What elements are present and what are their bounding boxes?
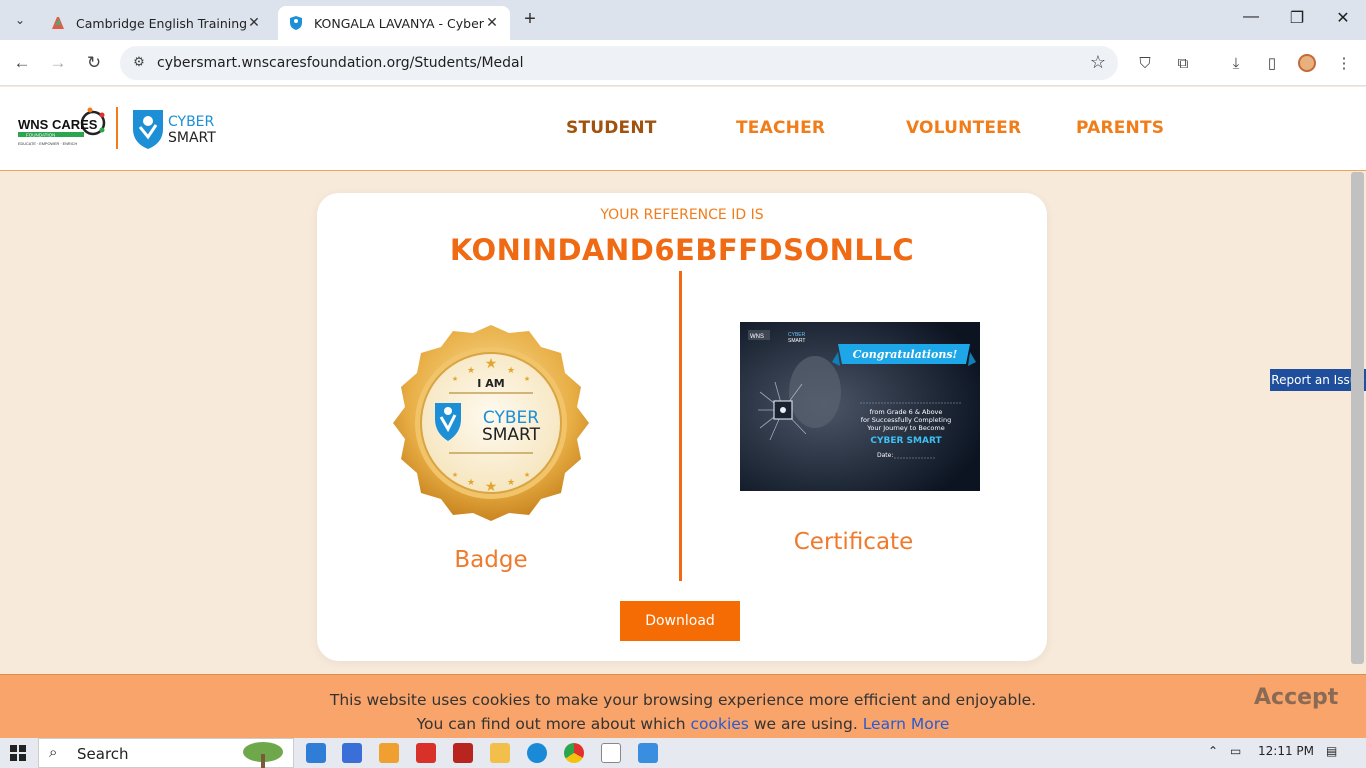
network-icon[interactable]: ▭ [1230, 744, 1241, 758]
restore-icon[interactable]: ❐ [1282, 8, 1312, 28]
cookie-prefix: You can find out more about which [416, 715, 691, 733]
new-tab-plus-icon[interactable]: + [518, 8, 542, 31]
file-explorer-icon[interactable] [490, 743, 510, 763]
svg-text:I AM: I AM [477, 377, 504, 390]
mail-app-icon[interactable] [306, 743, 326, 763]
windows-taskbar: ⌕ Search ⌃ ▭ 12:11 PM ▤ [0, 738, 1366, 768]
logo-divider [116, 107, 118, 149]
photos-app-icon[interactable] [638, 743, 658, 763]
clock-time[interactable]: 12:11 PM [1258, 744, 1314, 758]
accept-button[interactable]: Accept [1254, 685, 1338, 710]
svg-text:★: ★ [507, 366, 515, 376]
cookie-mid: we are using. [748, 715, 863, 733]
certificate-preview-image[interactable]: WNS CYBER SMART Congratulations! from Gr… [740, 322, 980, 491]
cookie-text-2: You can find out more about which cookie… [0, 715, 1366, 733]
tab-title: KONGALA LAVANYA - CyberSm [314, 15, 484, 31]
tab-title: Cambridge English Training | Ca [76, 15, 246, 31]
svg-text:★: ★ [452, 471, 458, 479]
svg-text:★: ★ [485, 356, 498, 372]
back-arrow-icon[interactable]: ← [9, 50, 35, 76]
minimize-icon[interactable]: — [1236, 8, 1266, 26]
tab-cybersmart[interactable]: KONGALA LAVANYA - CyberSm ✕ [278, 6, 510, 40]
pdf-reader-icon[interactable] [416, 743, 436, 763]
reference-id: KONINDAND6EBFFDSONLLC [449, 233, 915, 267]
download-icon[interactable]: ⤓ [1225, 52, 1247, 74]
cambridge-favicon-icon [52, 17, 64, 29]
notifications-icon[interactable]: ▤ [1326, 744, 1337, 758]
download-button[interactable]: Download [620, 601, 740, 641]
certificate-label: Certificate [793, 529, 914, 555]
nav-teacher[interactable]: TEACHER [736, 118, 825, 138]
cyber-smart-badge-image[interactable]: ★ ★ ★ ★ ★ ★ ★ ★ ★ ★ I AM CYBER SMART [391, 323, 591, 523]
svg-text:★: ★ [485, 479, 498, 495]
search-placeholder: Search [77, 745, 129, 763]
cyber-smart-logo[interactable]: CYBER SMART [130, 107, 230, 151]
svg-text:WNS: WNS [750, 334, 764, 340]
svg-text:★: ★ [507, 478, 515, 488]
url-text: cybersmart.wnscaresfoundation.org/Studen… [157, 55, 524, 71]
store-app-icon[interactable] [342, 743, 362, 763]
address-bar[interactable]: ⚙ cybersmart.wnscaresfoundation.org/Stud… [120, 46, 1118, 80]
notepad-icon[interactable] [601, 743, 621, 763]
svg-text:Your Journey to Become: Your Journey to Become [866, 424, 944, 432]
taskbar-search-input[interactable]: ⌕ Search [38, 738, 294, 768]
site-info-icon[interactable]: ⚙ [130, 54, 148, 72]
badge-label: Badge [454, 547, 528, 573]
windows-start-icon[interactable] [10, 745, 26, 761]
svg-text:EDUCATE · EMPOWER · ENRICH: EDUCATE · EMPOWER · ENRICH [18, 142, 77, 146]
svg-text:★: ★ [452, 375, 458, 383]
svg-text:FOUNDATION: FOUNDATION [26, 133, 55, 138]
cookies-link[interactable]: cookies [691, 715, 749, 733]
svg-text:WNS CARES: WNS CARES [18, 117, 98, 132]
svg-text:SMART: SMART [788, 338, 805, 344]
medal-card: YOUR REFERENCE ID IS KONINDAND6EBFFDSONL… [317, 193, 1047, 661]
svg-text:★: ★ [524, 471, 530, 479]
svg-text:★: ★ [467, 366, 475, 376]
site-header: WNS CARES FOUNDATION EDUCATE · EMPOWER ·… [0, 87, 1366, 171]
nav-student[interactable]: STUDENT [566, 118, 657, 138]
reference-label: YOUR REFERENCE ID IS [600, 207, 764, 223]
profile-avatar-icon[interactable] [1296, 52, 1318, 74]
svg-text:from Grade 6 & Above: from Grade 6 & Above [870, 408, 943, 416]
search-highlight-tree-icon [243, 742, 283, 768]
menu-kebab-icon[interactable]: ⋮ [1333, 52, 1355, 74]
svg-text:CYBER: CYBER [168, 114, 215, 130]
tray-chevron-icon[interactable]: ⌃ [1208, 744, 1218, 758]
svg-text:SMART: SMART [168, 130, 216, 146]
cookie-banner: This website uses cookies to make your b… [0, 674, 1366, 738]
page-scrollbar[interactable] [1351, 172, 1364, 664]
side-panel-icon[interactable]: ▯ [1261, 52, 1283, 74]
svg-text:Date:: Date: [877, 452, 893, 459]
edge-browser-icon[interactable] [527, 743, 547, 763]
bookmark-star-icon[interactable]: ☆ [1090, 52, 1106, 73]
browser-toolbar: ← → ↻ ⚙ cybersmart.wnscaresfoundation.or… [0, 40, 1366, 86]
svg-text:SMART: SMART [482, 425, 541, 445]
search-icon: ⌕ [49, 744, 58, 761]
close-tab-icon[interactable]: ✕ [484, 15, 500, 31]
nav-volunteer[interactable]: VOLUNTEER [906, 118, 1021, 138]
shield-extension-icon[interactable]: ⛉ [1134, 52, 1156, 74]
svg-text:★: ★ [524, 375, 530, 383]
close-window-icon[interactable]: ✕ [1328, 8, 1358, 28]
cookie-text: This website uses cookies to make your b… [329, 691, 1037, 709]
svg-text:Congratulations!: Congratulations! [853, 348, 958, 361]
browser-tabstrip: ⌄ Cambridge English Training | Ca ✕ KONG… [0, 0, 1366, 40]
acrobat-icon[interactable] [453, 743, 473, 763]
svg-text:for Successfully Completing: for Successfully Completing [861, 416, 951, 424]
card-divider [679, 271, 682, 581]
cybersmart-favicon-icon [290, 16, 302, 30]
tab-cambridge[interactable]: Cambridge English Training | Ca ✕ [40, 6, 272, 40]
chrome-browser-icon[interactable] [564, 743, 584, 763]
svg-text:CYBER SMART: CYBER SMART [870, 436, 942, 446]
svg-text:★: ★ [467, 478, 475, 488]
reload-icon[interactable]: ↻ [81, 50, 107, 76]
media-app-icon[interactable] [379, 743, 399, 763]
close-tab-icon[interactable]: ✕ [246, 15, 262, 31]
tab-search-chevron-icon[interactable]: ⌄ [8, 8, 32, 32]
nav-parents[interactable]: PARENTS [1076, 118, 1164, 138]
wns-cares-logo[interactable]: WNS CARES FOUNDATION EDUCATE · EMPOWER ·… [18, 103, 108, 153]
learn-more-link[interactable]: Learn More [863, 715, 950, 733]
forward-arrow-icon[interactable]: → [45, 50, 71, 76]
extensions-puzzle-icon[interactable]: ⧉ [1172, 52, 1194, 74]
